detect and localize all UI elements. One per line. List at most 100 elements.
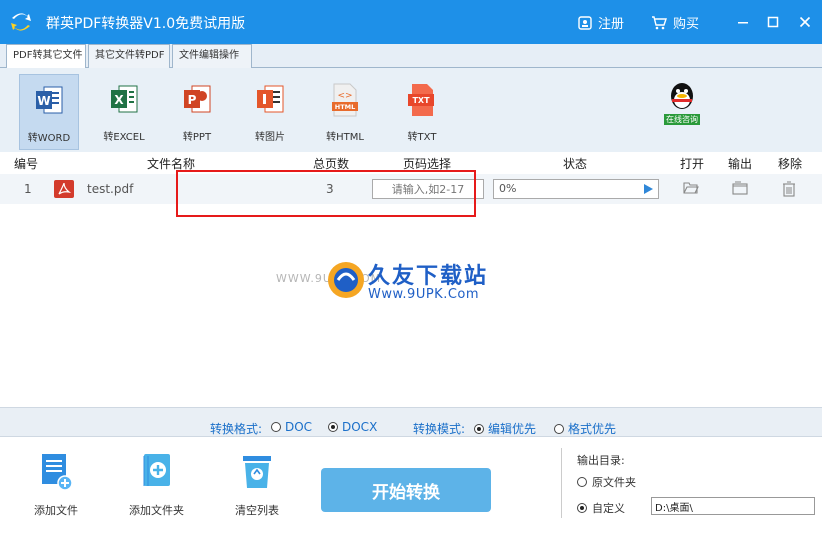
header-name: 文件名称: [147, 157, 196, 171]
mode-edit-first-radio[interactable]: 编辑优先: [474, 420, 536, 437]
to-txt-label: 转TXT: [407, 132, 437, 143]
close-button[interactable]: [793, 10, 817, 34]
online-consult-label: 在线咨询: [664, 114, 700, 125]
ppt-icon: P: [184, 85, 211, 113]
to-ppt-label: 转PPT: [182, 132, 212, 143]
to-ppt-button[interactable]: P 转PPT: [167, 74, 227, 150]
svg-text:HTML: HTML: [335, 103, 355, 111]
html-icon: <> HTML: [332, 83, 358, 117]
output-original-label: 原文件夹: [592, 476, 636, 489]
header-page-select: 页码选择: [403, 157, 452, 171]
word-icon: W: [36, 86, 63, 114]
svg-text:P: P: [188, 93, 197, 107]
add-folder-icon: [143, 454, 170, 486]
row-file-name: test.pdf: [87, 182, 134, 196]
page-range-input[interactable]: [372, 179, 484, 199]
action-panel: 添加文件 添加文件夹 清空列表 开始转换 输出目录: 原文件夹 自定义: [0, 438, 822, 532]
table-row[interactable]: 1 test.pdf 3 0%: [0, 174, 822, 204]
row-page-count: 3: [326, 182, 334, 196]
conversion-progress: 0%: [493, 179, 659, 199]
watermark-logo-icon: [328, 262, 364, 298]
title-bar: 群英PDF转换器V1.0免费试用版 注册 购买: [0, 0, 822, 44]
header-remove: 移除: [778, 157, 803, 171]
trash-icon[interactable]: [782, 181, 796, 197]
radio-dot: [577, 477, 587, 487]
radio-dot: [271, 422, 281, 432]
output-path-input[interactable]: [651, 497, 815, 515]
header-num: 编号: [14, 157, 39, 171]
to-excel-button[interactable]: X 转EXCEL: [94, 74, 154, 150]
svg-text:W: W: [37, 94, 50, 108]
open-folder-icon[interactable]: [683, 181, 699, 195]
header-open: 打开: [680, 157, 705, 171]
mode-label: 转换模式:: [413, 422, 466, 436]
clear-list-icon: [243, 456, 271, 488]
format-label: 转换格式:: [210, 422, 263, 436]
row-num: 1: [24, 182, 32, 196]
register-label: 注册: [598, 17, 625, 32]
to-excel-label: 转EXCEL: [103, 132, 145, 143]
excel-icon: X: [111, 85, 138, 113]
mode-format-first-radio[interactable]: 格式优先: [554, 420, 616, 437]
maximize-button[interactable]: [761, 10, 785, 34]
close-icon: [799, 16, 811, 28]
header-output: 输出: [728, 157, 753, 171]
register-button[interactable]: 注册: [578, 13, 624, 32]
cart-icon: [652, 15, 667, 29]
tab-other-to-pdf[interactable]: 其它文件转PDF: [88, 44, 170, 68]
tab-pdf-to-other[interactable]: PDF转其它文件: [6, 44, 86, 69]
buy-button[interactable]: 购买: [651, 13, 699, 32]
conversion-options-bar: 转换格式: DOC DOCX 转换模式: 编辑优先 格式优先: [0, 407, 822, 437]
format-doc-radio[interactable]: DOC: [271, 420, 312, 434]
format-doc-label: DOC: [285, 420, 313, 434]
radio-dot-selected: [328, 422, 338, 432]
to-word-button[interactable]: W 转WORD: [19, 74, 79, 150]
to-image-label: 转图片: [255, 132, 285, 143]
online-consult-button[interactable]: 在线咨询: [652, 74, 712, 150]
app-title: 群英PDF转换器V1.0免费试用版: [46, 16, 246, 32]
mode-tabs: PDF转其它文件 其它文件转PDF 文件编辑操作: [0, 44, 822, 69]
header-status: 状态: [563, 157, 588, 171]
svg-text:X: X: [114, 93, 124, 107]
radio-dot-selected: [577, 503, 587, 513]
start-conversion-button[interactable]: 开始转换: [321, 468, 491, 512]
output-dir-label: 输出目录:: [577, 454, 625, 467]
minimize-button[interactable]: [731, 10, 755, 34]
tab-file-edit[interactable]: 文件编辑操作: [172, 44, 252, 68]
output-original-radio[interactable]: 原文件夹: [577, 474, 636, 490]
add-folder-label: 添加文件夹: [129, 504, 184, 517]
add-folder-button[interactable]: 添加文件夹: [129, 452, 184, 518]
clear-list-button[interactable]: 清空列表: [235, 452, 279, 518]
to-html-label: 转HTML: [326, 132, 364, 143]
status-bar: [0, 544, 822, 556]
to-image-button[interactable]: 转图片: [240, 74, 300, 150]
format-docx-label: DOCX: [342, 420, 378, 434]
add-file-button[interactable]: 添加文件: [34, 452, 78, 518]
svg-text:TXT: TXT: [412, 96, 430, 105]
conversion-toolbar: W 转WORD X 转EXCEL P 转PPT 转图片 <> HTML 转HTM…: [0, 68, 822, 152]
to-txt-button[interactable]: TXT 转TXT: [392, 74, 452, 150]
output-custom-radio[interactable]: 自定义: [577, 500, 625, 516]
app-logo-icon: [11, 13, 31, 31]
output-custom-label: 自定义: [592, 502, 625, 515]
to-word-label: 转WORD: [27, 133, 71, 144]
buy-label: 购买: [673, 17, 700, 32]
svg-text:<>: <>: [337, 91, 352, 101]
radio-dot-selected: [474, 423, 484, 434]
output-folder-icon[interactable]: [732, 181, 748, 195]
format-docx-radio[interactable]: DOCX: [328, 420, 377, 434]
play-icon[interactable]: [644, 184, 653, 194]
add-file-icon: [42, 454, 73, 491]
file-table-header: 编号 文件名称 总页数 页码选择 状态 打开 输出 移除: [0, 152, 822, 172]
divider: [561, 448, 562, 518]
to-html-button[interactable]: <> HTML 转HTML: [315, 74, 375, 150]
add-file-label: 添加文件: [34, 504, 78, 517]
qq-penguin-icon: [671, 83, 693, 109]
watermark-site-name: 久友下载站: [368, 264, 489, 289]
register-icon: [578, 15, 592, 30]
clear-list-label: 清空列表: [235, 504, 279, 517]
minimize-icon: [738, 22, 748, 24]
pdf-file-icon: [54, 180, 74, 198]
mode-format-first-label: 格式优先: [568, 422, 617, 436]
header-pages: 总页数: [313, 157, 350, 171]
